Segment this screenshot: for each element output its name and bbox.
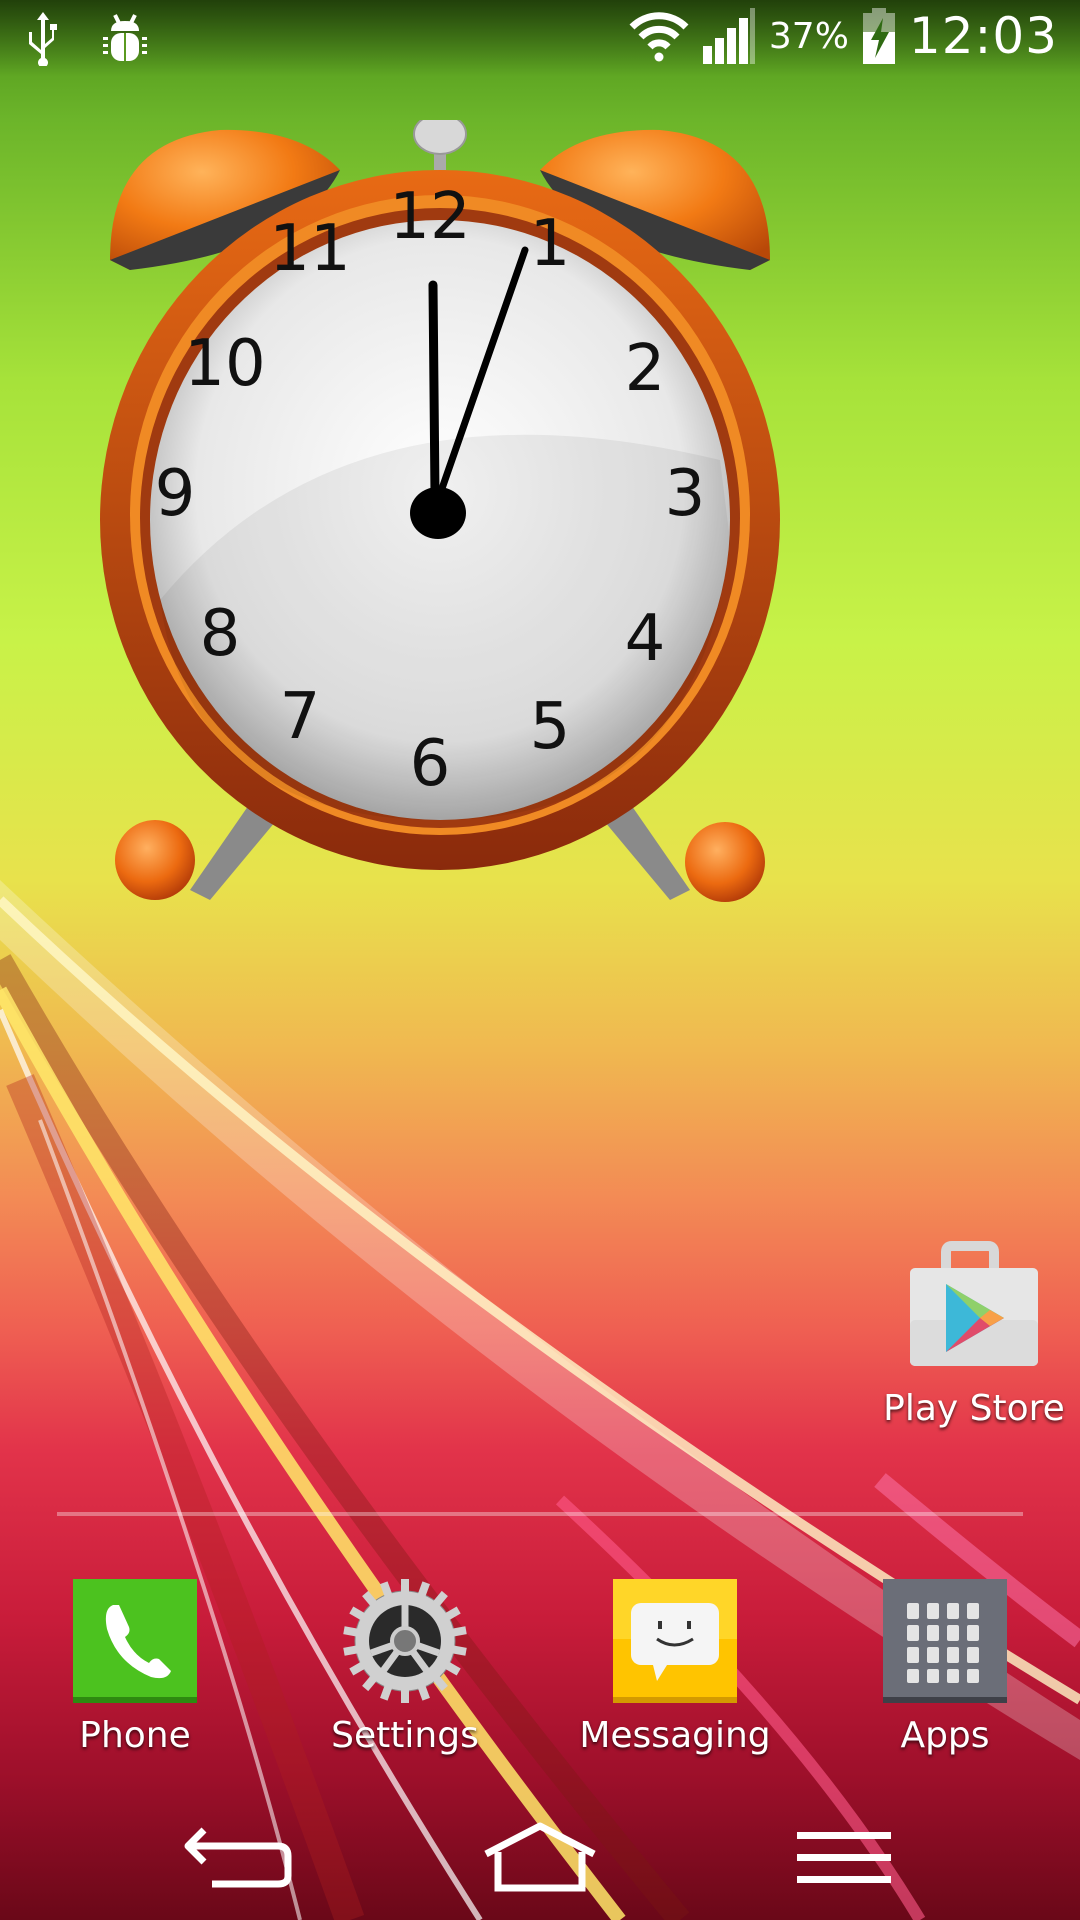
- play-store-icon: [910, 1241, 1038, 1366]
- numeral-5: 5: [530, 690, 571, 764]
- messaging-label: Messaging: [579, 1715, 771, 1756]
- apps-label: Apps: [900, 1715, 990, 1756]
- numeral-10: 10: [184, 327, 265, 401]
- numeral-3: 3: [665, 457, 706, 531]
- menu-icon: [797, 1832, 891, 1883]
- gear-icon: [343, 1579, 467, 1703]
- phone-icon: [73, 1579, 197, 1703]
- numeral-2: 2: [625, 332, 666, 406]
- numeral-7: 7: [280, 680, 321, 754]
- phone-label: Phone: [79, 1715, 191, 1756]
- hour-hand: [428, 280, 440, 500]
- wifi-icon: [629, 12, 689, 62]
- play-store-label: Play Store: [883, 1388, 1065, 1429]
- usb-icon: [29, 12, 57, 66]
- numeral-1: 1: [530, 207, 571, 281]
- signal-bars-icon: [702, 8, 755, 64]
- clock-hub: [410, 487, 466, 539]
- numeral-11: 11: [269, 212, 350, 286]
- numeral-4: 4: [625, 602, 666, 676]
- settings-label: Settings: [331, 1715, 479, 1756]
- debug-bug-icon: [103, 14, 147, 61]
- app-grid-icon: [883, 1579, 1007, 1703]
- status-time: 12:03: [908, 7, 1058, 65]
- navigation-bar: [0, 1800, 1080, 1920]
- home-button[interactable]: [470, 1820, 610, 1900]
- menu-button[interactable]: [775, 1820, 915, 1900]
- back-arrow-icon: [184, 1827, 292, 1888]
- message-bubble-icon: [613, 1579, 737, 1703]
- dock: Phone Settings Messaging Apps: [0, 1575, 1080, 1775]
- numeral-8: 8: [200, 597, 241, 671]
- home-icon: [484, 1822, 596, 1892]
- back-button[interactable]: [170, 1820, 310, 1900]
- status-bar[interactable]: 37% 12:03: [0, 0, 1080, 76]
- battery-charging-icon: [862, 8, 895, 64]
- alarm-clock-widget[interactable]: 12 1 2 3 4 5 6 7 8 9 10 11: [100, 120, 780, 920]
- dock-divider: [57, 1512, 1023, 1516]
- battery-percent: 37%: [768, 15, 849, 57]
- numeral-6: 6: [410, 727, 451, 801]
- numeral-9: 9: [155, 457, 196, 531]
- numeral-12: 12: [389, 180, 470, 254]
